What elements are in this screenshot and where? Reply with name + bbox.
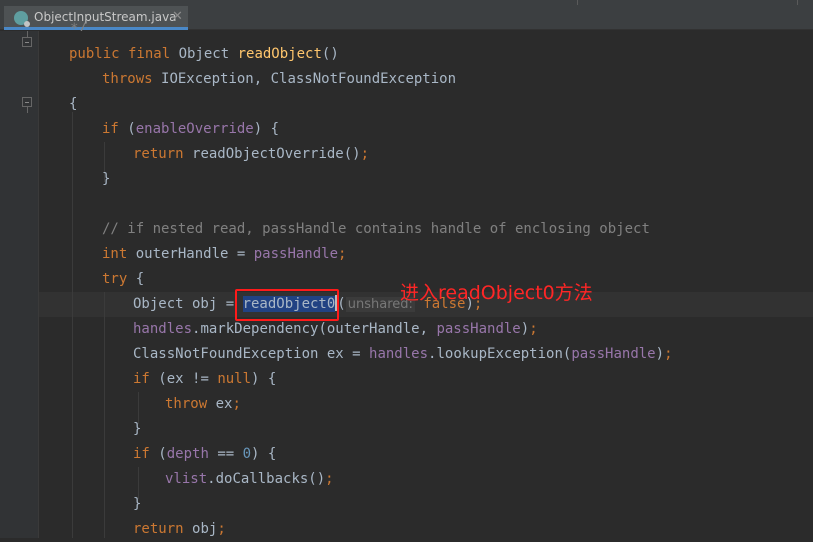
code-line: throw ex; — [165, 396, 241, 412]
code-line: } — [102, 171, 111, 187]
code-line: if (depth == 0) { — [133, 446, 277, 462]
indent-guide — [72, 112, 73, 538]
code-line: } — [133, 421, 142, 437]
code-line: if (enableOverride) { — [102, 121, 280, 137]
fold-collapse-icon[interactable] — [22, 37, 32, 47]
code-line: if (ex != null) { — [133, 371, 277, 387]
tab-objectinputstream[interactable]: ObjectInputStream.java ✕ — [4, 6, 188, 30]
annotation-label: 进入readObject0方法 — [400, 282, 593, 304]
code-line: ClassNotFoundException ex = handles.look… — [133, 346, 673, 362]
close-icon[interactable]: ✕ — [172, 9, 183, 24]
tab-divider — [577, 0, 578, 5]
editor-tab-bar: ObjectInputStream.java ✕ — [0, 0, 813, 30]
code-line: try { — [102, 271, 145, 287]
tab-divider — [797, 0, 798, 5]
code-line: return readObjectOverride(); — [133, 146, 370, 162]
fold-line — [27, 107, 28, 113]
indent-guide — [104, 292, 105, 538]
code-line: throws IOException, ClassNotFoundExcepti… — [102, 71, 457, 87]
code-comment: // if nested read, passHandle contains h… — [102, 221, 650, 237]
fold-collapse-icon[interactable] — [22, 97, 32, 107]
code-line: vlist.doCallbacks(); — [165, 471, 334, 487]
code-line: */ — [70, 21, 87, 31]
code-line: { — [69, 96, 78, 112]
java-class-icon — [14, 11, 30, 27]
code-line: public final Object readObject() — [69, 46, 339, 62]
annotation-highlight-box — [235, 289, 339, 321]
code-line: } — [133, 496, 142, 512]
editor-gutter — [0, 31, 38, 538]
code-line: return obj; — [133, 521, 226, 537]
tab-label: ObjectInputStream.java — [34, 10, 177, 24]
code-line: int outerHandle = passHandle; — [102, 246, 347, 262]
gutter-divider — [38, 31, 39, 538]
